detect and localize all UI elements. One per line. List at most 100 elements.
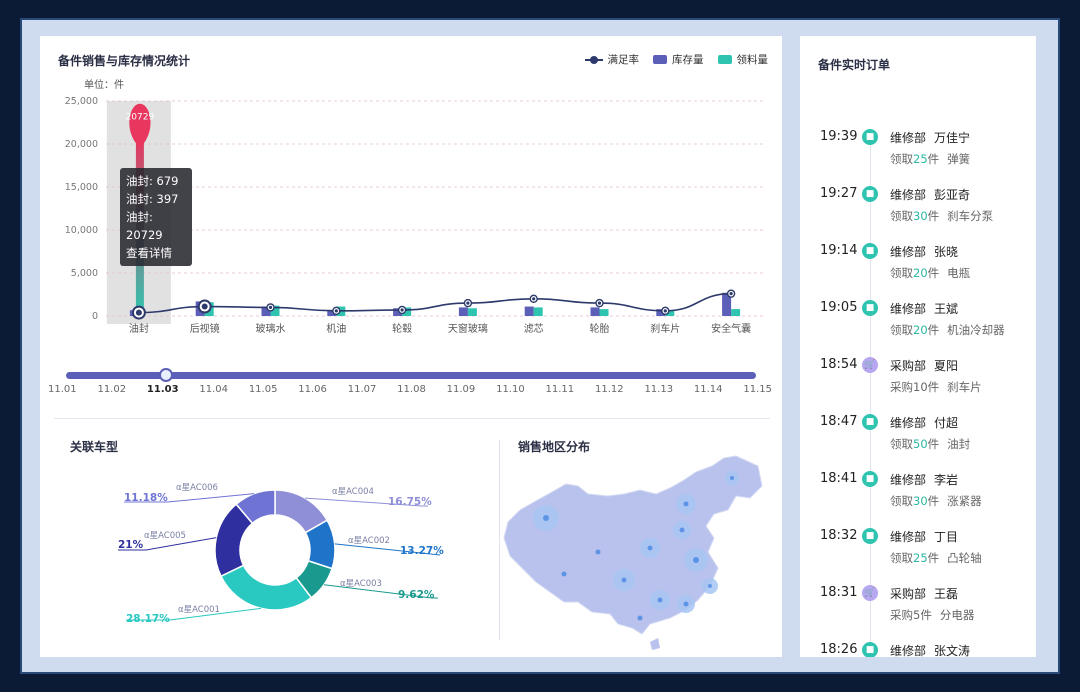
order-unit: 件: [920, 608, 932, 622]
x-tick-label: 天窗玻璃: [448, 322, 488, 335]
order-detail: 领取25件 弹簧: [890, 151, 970, 167]
legend-stock[interactable]: 库存量: [653, 52, 704, 67]
order-person: 彭亚奇: [934, 188, 971, 202]
timeline-date-label[interactable]: 11.02: [97, 384, 126, 395]
timeline-handle[interactable]: [159, 368, 173, 382]
order-person: 王磊: [934, 587, 959, 601]
order-time: 18:26: [820, 642, 858, 657]
order-item[interactable]: 18:47 ■ 维修部 付超 领取50件 油封: [800, 411, 1036, 468]
order-requester: 维修部 彭亚奇: [890, 186, 970, 203]
box-icon: ■: [862, 243, 878, 259]
order-unit: 件: [927, 152, 940, 166]
order-time: 18:54: [820, 357, 858, 372]
tooltip-detail-link[interactable]: 查看详情: [126, 244, 186, 262]
x-tick-label: 后视镜: [190, 322, 220, 335]
order-list: 19:39 ■ 维修部 万佳宁 领取25件 弹簧 19:27 ■ 维修部 彭亚奇 领取30件 刹车分泵…: [800, 126, 1036, 657]
timeline-date-label[interactable]: 11.08: [397, 384, 426, 395]
order-person: 张晓: [934, 245, 959, 259]
x-tick-label: 滤芯: [524, 322, 544, 335]
timeline-date-label[interactable]: 11.07: [348, 384, 377, 395]
timeline-date-label[interactable]: 11.05: [249, 384, 278, 395]
legend-usage[interactable]: 领料量: [717, 52, 768, 67]
legend-rate-label: 满足率: [607, 54, 640, 66]
order-dept: 维修部: [890, 644, 927, 657]
legend-stock-swatch: [653, 55, 667, 64]
order-requester: 维修部 王斌: [890, 300, 958, 317]
chart-legend[interactable]: 满足率 库存量 领料量: [584, 52, 768, 67]
order-dept: 维修部: [890, 188, 927, 202]
donut-segment-percent: 21%: [118, 539, 144, 551]
order-action: 领取: [890, 551, 913, 565]
order-item[interactable]: 18:31 🛒 采购部 王磊 采购5件 分电器: [800, 582, 1036, 639]
donut-segment-name: α星AC002: [348, 536, 390, 546]
timeline-date-label[interactable]: 11.12: [595, 384, 624, 395]
date-timeline[interactable]: [66, 368, 756, 382]
order-item[interactable]: 19:05 ■ 维修部 王斌 领取20件 机油冷却器: [800, 297, 1036, 354]
order-action: 采购: [890, 608, 913, 622]
timeline-date-label[interactable]: 11.03: [147, 384, 179, 395]
timeline-date-label[interactable]: 11.01: [48, 384, 77, 395]
cart-icon: 🛒: [862, 357, 878, 373]
timeline-date-label[interactable]: 11.06: [298, 384, 327, 395]
order-requester: 采购部 夏阳: [890, 357, 958, 374]
timeline-date-label[interactable]: 11.15: [743, 384, 772, 395]
models-donut-chart[interactable]: α星AC004 16.75% α星AC002 13.27% α星AC003 9.62% α星…: [110, 470, 470, 630]
box-icon: ■: [862, 528, 878, 544]
order-requester: 维修部 张晓: [890, 243, 958, 260]
china-map[interactable]: [500, 452, 770, 652]
bar-usage[interactable]: [533, 307, 543, 316]
order-detail: 领取30件 涨紧器: [890, 493, 982, 509]
x-tick-label: 刹车片: [650, 322, 680, 335]
order-unit: 件: [927, 551, 940, 565]
donut-slice[interactable]: [220, 564, 313, 611]
order-time: 19:14: [820, 243, 858, 258]
donut-segment-name: α星AC001: [178, 605, 220, 615]
orders-title: 备件实时订单: [818, 58, 891, 72]
order-item[interactable]: 19:39 ■ 维修部 万佳宁 领取25件 弹簧: [800, 126, 1036, 183]
box-icon: ■: [862, 414, 878, 430]
timeline-date-label[interactable]: 11.14: [694, 384, 723, 395]
bar-stock[interactable]: [590, 307, 600, 316]
order-item[interactable]: 18:54 🛒 采购部 夏阳 采购10件 刹车片: [800, 354, 1036, 411]
rate-point-core: [334, 309, 338, 313]
timeline-date-label[interactable]: 11.11: [546, 384, 575, 395]
rate-point-core: [466, 301, 470, 305]
donut-segment-percent: 16.75%: [388, 496, 432, 508]
bar-stock[interactable]: [524, 306, 534, 316]
order-action: 采购: [890, 380, 913, 394]
order-detail: 领取50件 油封: [890, 436, 970, 452]
order-action: 领取: [890, 494, 913, 508]
bar-usage[interactable]: [467, 308, 477, 316]
bar-stock[interactable]: [458, 307, 468, 316]
order-part: 刹车片: [947, 380, 982, 394]
order-item[interactable]: 18:26■维修部张文涛领取10件发电机: [800, 639, 1036, 657]
order-unit: 件: [927, 494, 940, 508]
order-dept: 采购部: [890, 587, 927, 601]
order-person: 李岩: [934, 473, 959, 487]
order-qty: 25: [913, 152, 928, 166]
bar-usage[interactable]: [731, 309, 741, 316]
rate-point-core: [400, 308, 404, 312]
box-icon: ■: [862, 186, 878, 202]
timeline-date-label[interactable]: 11.10: [496, 384, 525, 395]
y-tick-label: 25,000: [65, 96, 98, 107]
order-unit: 件: [927, 209, 940, 223]
order-person: 万佳宁: [934, 131, 971, 145]
order-item[interactable]: 19:14 ■ 维修部 张晓 领取20件 电瓶: [800, 240, 1036, 297]
timeline-date-label[interactable]: 11.09: [447, 384, 476, 395]
section-divider: [54, 418, 770, 419]
order-item[interactable]: 18:41 ■ 维修部 李岩 领取30件 涨紧器: [800, 468, 1036, 525]
order-qty: 20: [913, 266, 928, 280]
box-icon: ■: [862, 129, 878, 145]
order-item[interactable]: 19:27 ■ 维修部 彭亚奇 领取30件 刹车分泵: [800, 183, 1036, 240]
donut-segment-name: α星AC005: [144, 531, 186, 541]
bar-usage[interactable]: [599, 309, 609, 316]
order-time: 19:27: [820, 186, 858, 201]
order-qty: 20: [913, 323, 928, 337]
tooltip-line-3: 油封: 20729: [126, 210, 163, 242]
timeline-date-label[interactable]: 11.04: [199, 384, 228, 395]
order-dept: 维修部: [890, 530, 927, 544]
order-item[interactable]: 18:32 ■ 维修部 丁目 领取25件 凸轮轴: [800, 525, 1036, 582]
legend-rate[interactable]: 满足率: [584, 52, 640, 67]
timeline-date-label[interactable]: 11.13: [644, 384, 673, 395]
